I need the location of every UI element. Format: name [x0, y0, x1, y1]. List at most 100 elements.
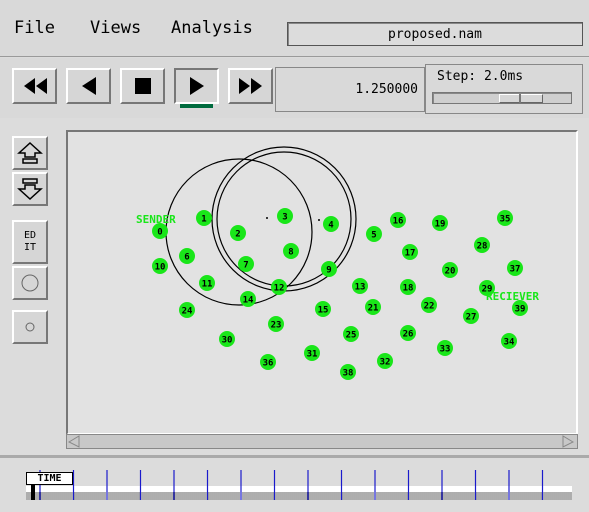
- node-20[interactable]: 20: [442, 262, 458, 278]
- node-0[interactable]: 0: [152, 223, 168, 239]
- node-34[interactable]: 34: [501, 333, 517, 349]
- node-4[interactable]: 4: [323, 216, 339, 232]
- node-label: 11: [202, 280, 213, 290]
- node-31[interactable]: 31: [304, 345, 320, 361]
- node-label: 17: [405, 249, 416, 259]
- node-label: 37: [510, 265, 521, 275]
- menu-views[interactable]: Views: [90, 18, 141, 38]
- edit-label-top: ED: [23, 230, 37, 241]
- node-32[interactable]: 32: [377, 353, 393, 369]
- step-back-button[interactable]: [66, 68, 111, 104]
- large-node-button[interactable]: [12, 266, 48, 300]
- node-19[interactable]: 19: [432, 215, 448, 231]
- node-label: 13: [355, 283, 366, 293]
- step-label: Step: 2.0ms: [437, 69, 524, 84]
- node-36[interactable]: 36: [260, 354, 276, 370]
- node-label: 2: [235, 230, 240, 240]
- node-15[interactable]: 15: [315, 301, 331, 317]
- node-23[interactable]: 23: [268, 316, 284, 332]
- node-37[interactable]: 37: [507, 260, 523, 276]
- node-label: 32: [380, 358, 391, 368]
- small-node-button[interactable]: [12, 310, 48, 344]
- zoom-out-button[interactable]: [12, 172, 48, 206]
- zoom-in-button[interactable]: [12, 136, 48, 170]
- node-label: 34: [504, 338, 515, 348]
- time-label: TIME: [26, 472, 73, 485]
- node-label: 25: [346, 331, 357, 341]
- node-label: 30: [222, 336, 233, 346]
- node-label: 22: [424, 302, 435, 312]
- node-30[interactable]: 30: [219, 331, 235, 347]
- node-14[interactable]: 14: [240, 291, 256, 307]
- node-2[interactable]: 2: [230, 225, 246, 241]
- step-slider-grip: [519, 94, 521, 103]
- node-22[interactable]: 22: [421, 297, 437, 313]
- node-18[interactable]: 18: [400, 279, 416, 295]
- nodes-layer: 01234567891011 12 131415161718192021 222324…: [152, 208, 528, 380]
- node-11[interactable]: 11: [199, 275, 215, 291]
- node-8[interactable]: 8: [283, 243, 299, 259]
- node-25[interactable]: 25: [343, 326, 359, 342]
- node-label: 7: [243, 261, 248, 271]
- node-label: 29: [482, 285, 493, 295]
- node-7[interactable]: 7: [238, 256, 254, 272]
- node-39[interactable]: 39: [512, 300, 528, 316]
- node-label: 38: [343, 369, 354, 379]
- node-35[interactable]: 35: [497, 210, 513, 226]
- node-label: 3: [282, 213, 287, 223]
- node-27[interactable]: 27: [463, 308, 479, 324]
- node-1[interactable]: 1: [196, 210, 212, 226]
- scroll-right-icon: [562, 435, 575, 448]
- horizontal-scrollbar[interactable]: [66, 434, 578, 449]
- node-33[interactable]: 33: [437, 340, 453, 356]
- node-9[interactable]: 9: [321, 261, 337, 277]
- step-slider-thumb[interactable]: [499, 94, 543, 103]
- stop-button[interactable]: [120, 68, 165, 104]
- rewind-icon: [23, 78, 47, 94]
- node-5[interactable]: 5: [366, 226, 382, 242]
- fast-forward-icon: [238, 78, 262, 94]
- node-label: 15: [318, 306, 329, 316]
- play-button[interactable]: [174, 68, 219, 104]
- node-3[interactable]: 3: [277, 208, 293, 224]
- node-21[interactable]: 21: [365, 299, 381, 315]
- packet-dot: [266, 217, 268, 219]
- node-12[interactable]: 12: [271, 279, 287, 295]
- network-canvas[interactable]: SENDER RECIEVER 0 1 2 3 4 5 6 7 8 9 10 11 12 13 14 15 16…: [66, 130, 578, 435]
- stop-icon: [134, 78, 151, 94]
- node-label: 4: [328, 221, 334, 231]
- scroll-left-icon: [67, 435, 80, 448]
- timeline-ticks: [26, 470, 572, 500]
- edit-label-bottom: IT: [23, 242, 37, 253]
- timeline-slider[interactable]: [14, 468, 574, 506]
- node-38[interactable]: 38: [340, 364, 356, 380]
- rewind-button[interactable]: [12, 68, 57, 104]
- node-26[interactable]: 26: [400, 325, 416, 341]
- node-label: 39: [515, 305, 526, 315]
- edit-button[interactable]: ED IT: [12, 220, 48, 264]
- node-label: 19: [435, 220, 446, 230]
- back-icon: [81, 77, 96, 95]
- receiver-label: RECIEVER: [486, 290, 539, 303]
- node-label: 10: [155, 263, 166, 273]
- node-17[interactable]: 17: [402, 244, 418, 260]
- node-28[interactable]: 28: [474, 237, 490, 253]
- divider: [0, 455, 589, 458]
- packet-dot: [318, 219, 320, 221]
- node-10[interactable]: 10: [152, 258, 168, 274]
- scroll-arrows: [67, 435, 575, 448]
- node-29[interactable]: 29: [479, 280, 495, 296]
- node-label: 35: [500, 215, 511, 225]
- node-6[interactable]: 6: [179, 248, 195, 264]
- node-label: 16: [393, 217, 404, 227]
- node-label: 18: [403, 284, 414, 294]
- menu-analysis[interactable]: Analysis: [171, 18, 253, 38]
- node-label: 28: [477, 242, 488, 252]
- node-24[interactable]: 24: [179, 302, 195, 318]
- node-13[interactable]: 13: [352, 278, 368, 294]
- fast-forward-button[interactable]: [228, 68, 273, 104]
- node-16[interactable]: 16: [390, 212, 406, 228]
- node-label: 27: [466, 313, 477, 323]
- menu-file[interactable]: File: [14, 18, 55, 38]
- node-label: 5: [371, 231, 376, 241]
